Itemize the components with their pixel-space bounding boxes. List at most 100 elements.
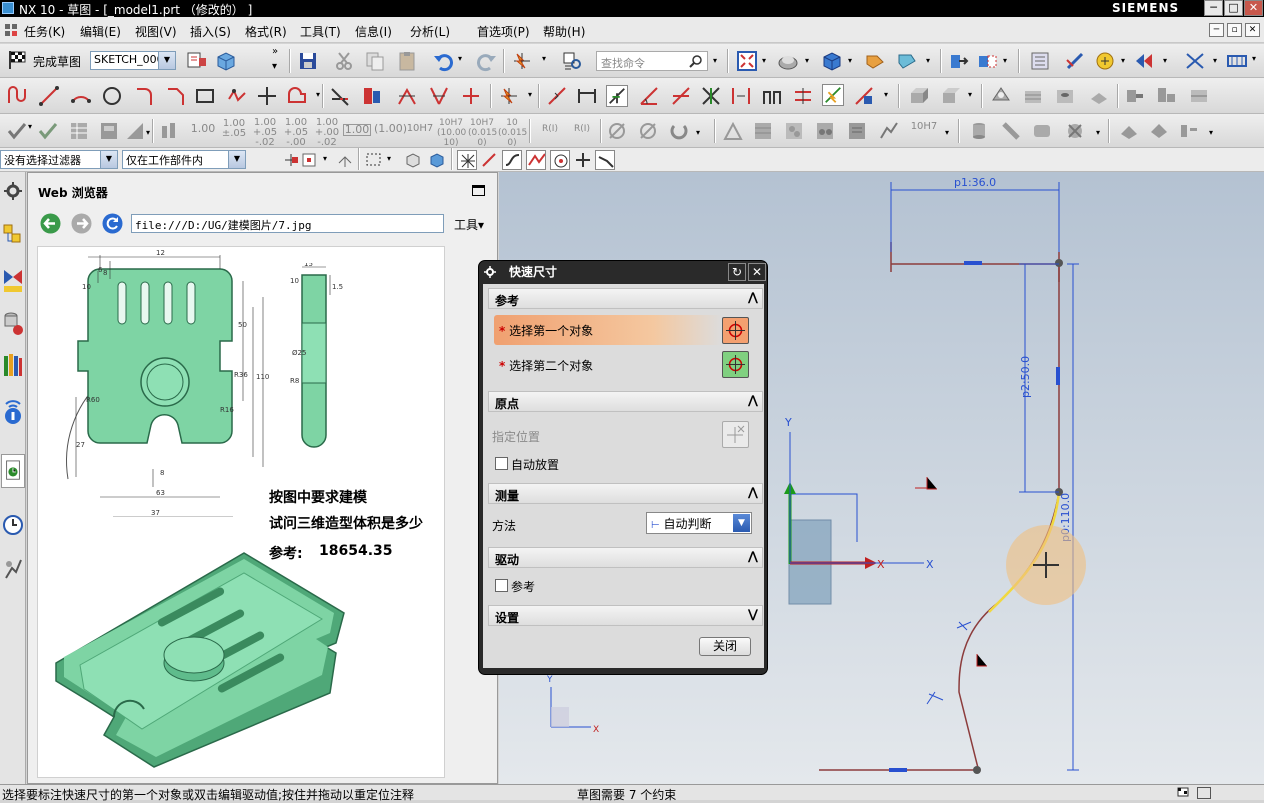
format-reference-icon[interactable]: (1.00): [374, 123, 407, 134]
search-dropdown-icon[interactable]: ▾: [713, 56, 717, 65]
surface-finish-icon[interactable]: [783, 120, 805, 142]
extend-icon[interactable]: [361, 85, 383, 107]
menu-insert[interactable]: 插入(S): [190, 23, 231, 40]
convert-dropdown-icon[interactable]: ▾: [884, 90, 888, 99]
select-second-object[interactable]: * 选择第二个对象: [499, 357, 593, 374]
url-input[interactable]: file:///D:/UG/建模图片/7.jpg: [131, 214, 444, 233]
tangent-constraint[interactable]: [956, 621, 972, 631]
format-fit-icon[interactable]: 10H7: [406, 124, 434, 134]
reuse-library-icon[interactable]: [1, 350, 25, 384]
menu-edit[interactable]: 编辑(E): [80, 23, 121, 40]
weld-symbol-icon[interactable]: [814, 120, 836, 142]
section-driving[interactable]: 驱动 ⋀: [488, 547, 763, 568]
render-dropdown-icon[interactable]: ▾: [805, 56, 809, 65]
format-1-00-icon[interactable]: 1.00: [190, 123, 216, 134]
rapid-dimension-icon[interactable]: [546, 85, 568, 107]
measure-distance-icon[interactable]: [1064, 50, 1086, 72]
reattach-icon[interactable]: [214, 49, 236, 71]
auto-dimension-icon[interactable]: [822, 84, 844, 106]
tools-icon[interactable]: [1178, 120, 1200, 142]
menu-info[interactable]: 信息(I): [355, 23, 392, 40]
chevron-down-icon[interactable]: ⋁: [748, 607, 758, 621]
diameter-2-icon[interactable]: [637, 120, 659, 142]
close-button[interactable]: 关闭: [699, 637, 751, 656]
view-dropdown-icon[interactable]: ▾: [146, 128, 150, 137]
hole-icon[interactable]: [1054, 85, 1076, 107]
forward-arrow-icon[interactable]: [71, 213, 92, 234]
orient-view-icon[interactable]: [821, 50, 843, 72]
layer-dropdown-icon[interactable]: ▾: [926, 56, 930, 65]
mirror-feature-icon[interactable]: [1124, 85, 1146, 107]
doc-close-button[interactable]: ✕: [1245, 23, 1260, 37]
finish-sketch-flag-icon[interactable]: [6, 49, 28, 71]
command-finder-icon[interactable]: [561, 50, 583, 72]
convert-reference-icon[interactable]: [853, 85, 875, 107]
edge-blend-icon[interactable]: [990, 85, 1012, 107]
part-navigator-side-icon[interactable]: [1, 308, 25, 342]
thread-icon[interactable]: [1000, 120, 1022, 142]
snap-point-icon[interactable]: [1094, 50, 1116, 72]
chevron-up-icon[interactable]: ⋀: [748, 485, 758, 499]
rectangle-icon[interactable]: [194, 85, 216, 107]
chevron-up-icon[interactable]: ⋀: [748, 549, 758, 563]
layer-settings-icon[interactable]: [864, 50, 886, 72]
maximize-button[interactable]: □: [1224, 0, 1243, 16]
browser-tools-menu[interactable]: 工具▾: [454, 216, 484, 233]
format-fit-2-icon[interactable]: 10H7: [910, 122, 938, 132]
menu-preferences[interactable]: 首选项(P): [477, 23, 530, 40]
chevron-down-icon[interactable]: ▼: [158, 52, 175, 69]
make-corner-icon[interactable]: [396, 85, 418, 107]
linear-dimension-icon[interactable]: [576, 85, 598, 107]
menu-help[interactable]: 帮助(H): [543, 23, 585, 40]
pmi-check-icon[interactable]: [6, 120, 28, 142]
sheet-2-icon[interactable]: [1148, 120, 1170, 142]
snap-settings-icon[interactable]: [300, 151, 318, 169]
undo-dropdown-icon[interactable]: ▾: [458, 54, 462, 63]
format-basic-icon[interactable]: 1.00: [343, 124, 371, 136]
move-layer-icon[interactable]: [896, 50, 918, 72]
assembly-navigator-icon[interactable]: [1, 220, 25, 254]
format-tolerance-only-icon[interactable]: 10 (0.015 0): [498, 118, 527, 148]
select-feature-icon[interactable]: [428, 151, 446, 169]
wcs-icon[interactable]: [1184, 50, 1206, 72]
polygon-icon[interactable]: [226, 85, 248, 107]
gear-icon[interactable]: [1, 174, 25, 208]
section-origin[interactable]: 原点 ⋀: [488, 391, 763, 412]
radius-format-icon[interactable]: R(I): [536, 124, 564, 134]
sheet-icon[interactable]: [1118, 120, 1140, 142]
revolve-icon[interactable]: [940, 85, 962, 107]
render-style-icon[interactable]: [777, 50, 799, 72]
snap-filter-icon[interactable]: [282, 151, 300, 169]
close-icon[interactable]: ✕: [748, 263, 766, 281]
snap-endpoint-icon[interactable]: [457, 150, 477, 170]
menu-analysis[interactable]: 分析(L): [410, 23, 450, 40]
show-hide-icon[interactable]: [1133, 50, 1155, 72]
snap-midpoint-icon[interactable]: [526, 150, 546, 170]
update-dropdown-icon[interactable]: ▾: [542, 54, 546, 63]
quick-extend-icon[interactable]: [428, 85, 450, 107]
tools-dropdown-icon[interactable]: ▾: [1209, 128, 1213, 137]
clock-icon[interactable]: [1, 508, 25, 542]
circle-icon[interactable]: [101, 85, 123, 107]
fit-dropdown-icon[interactable]: ▾: [762, 56, 766, 65]
table-icon[interactable]: [68, 120, 90, 142]
wcs-dropdown-icon[interactable]: ▾: [1213, 56, 1217, 65]
feature-check-icon[interactable]: [37, 120, 59, 142]
back-arrow-icon[interactable]: [40, 213, 61, 234]
grid-icon[interactable]: [1226, 50, 1248, 72]
selection-scope-dropdown[interactable]: 仅在工作部件内 ▼: [122, 150, 246, 169]
close-window-button[interactable]: ✕: [1244, 0, 1263, 16]
auto-place-checkbox[interactable]: [495, 457, 508, 470]
reset-icon[interactable]: ↻: [728, 263, 746, 281]
snap-point-2-icon[interactable]: [574, 151, 592, 169]
panel-maximize-button[interactable]: [472, 185, 485, 196]
balloon-icon[interactable]: [878, 120, 900, 142]
horizontal-constraint[interactable]: [964, 261, 982, 265]
transform-icon[interactable]: [976, 50, 998, 72]
sketch-vertex[interactable]: [1055, 259, 1063, 267]
dimension-p1[interactable]: p1:36.0: [954, 176, 996, 189]
datum-triangle-icon[interactable]: [722, 120, 744, 142]
layout-icon[interactable]: [98, 120, 120, 142]
snap-center-icon[interactable]: [550, 150, 570, 170]
select-body-icon[interactable]: [404, 151, 422, 169]
